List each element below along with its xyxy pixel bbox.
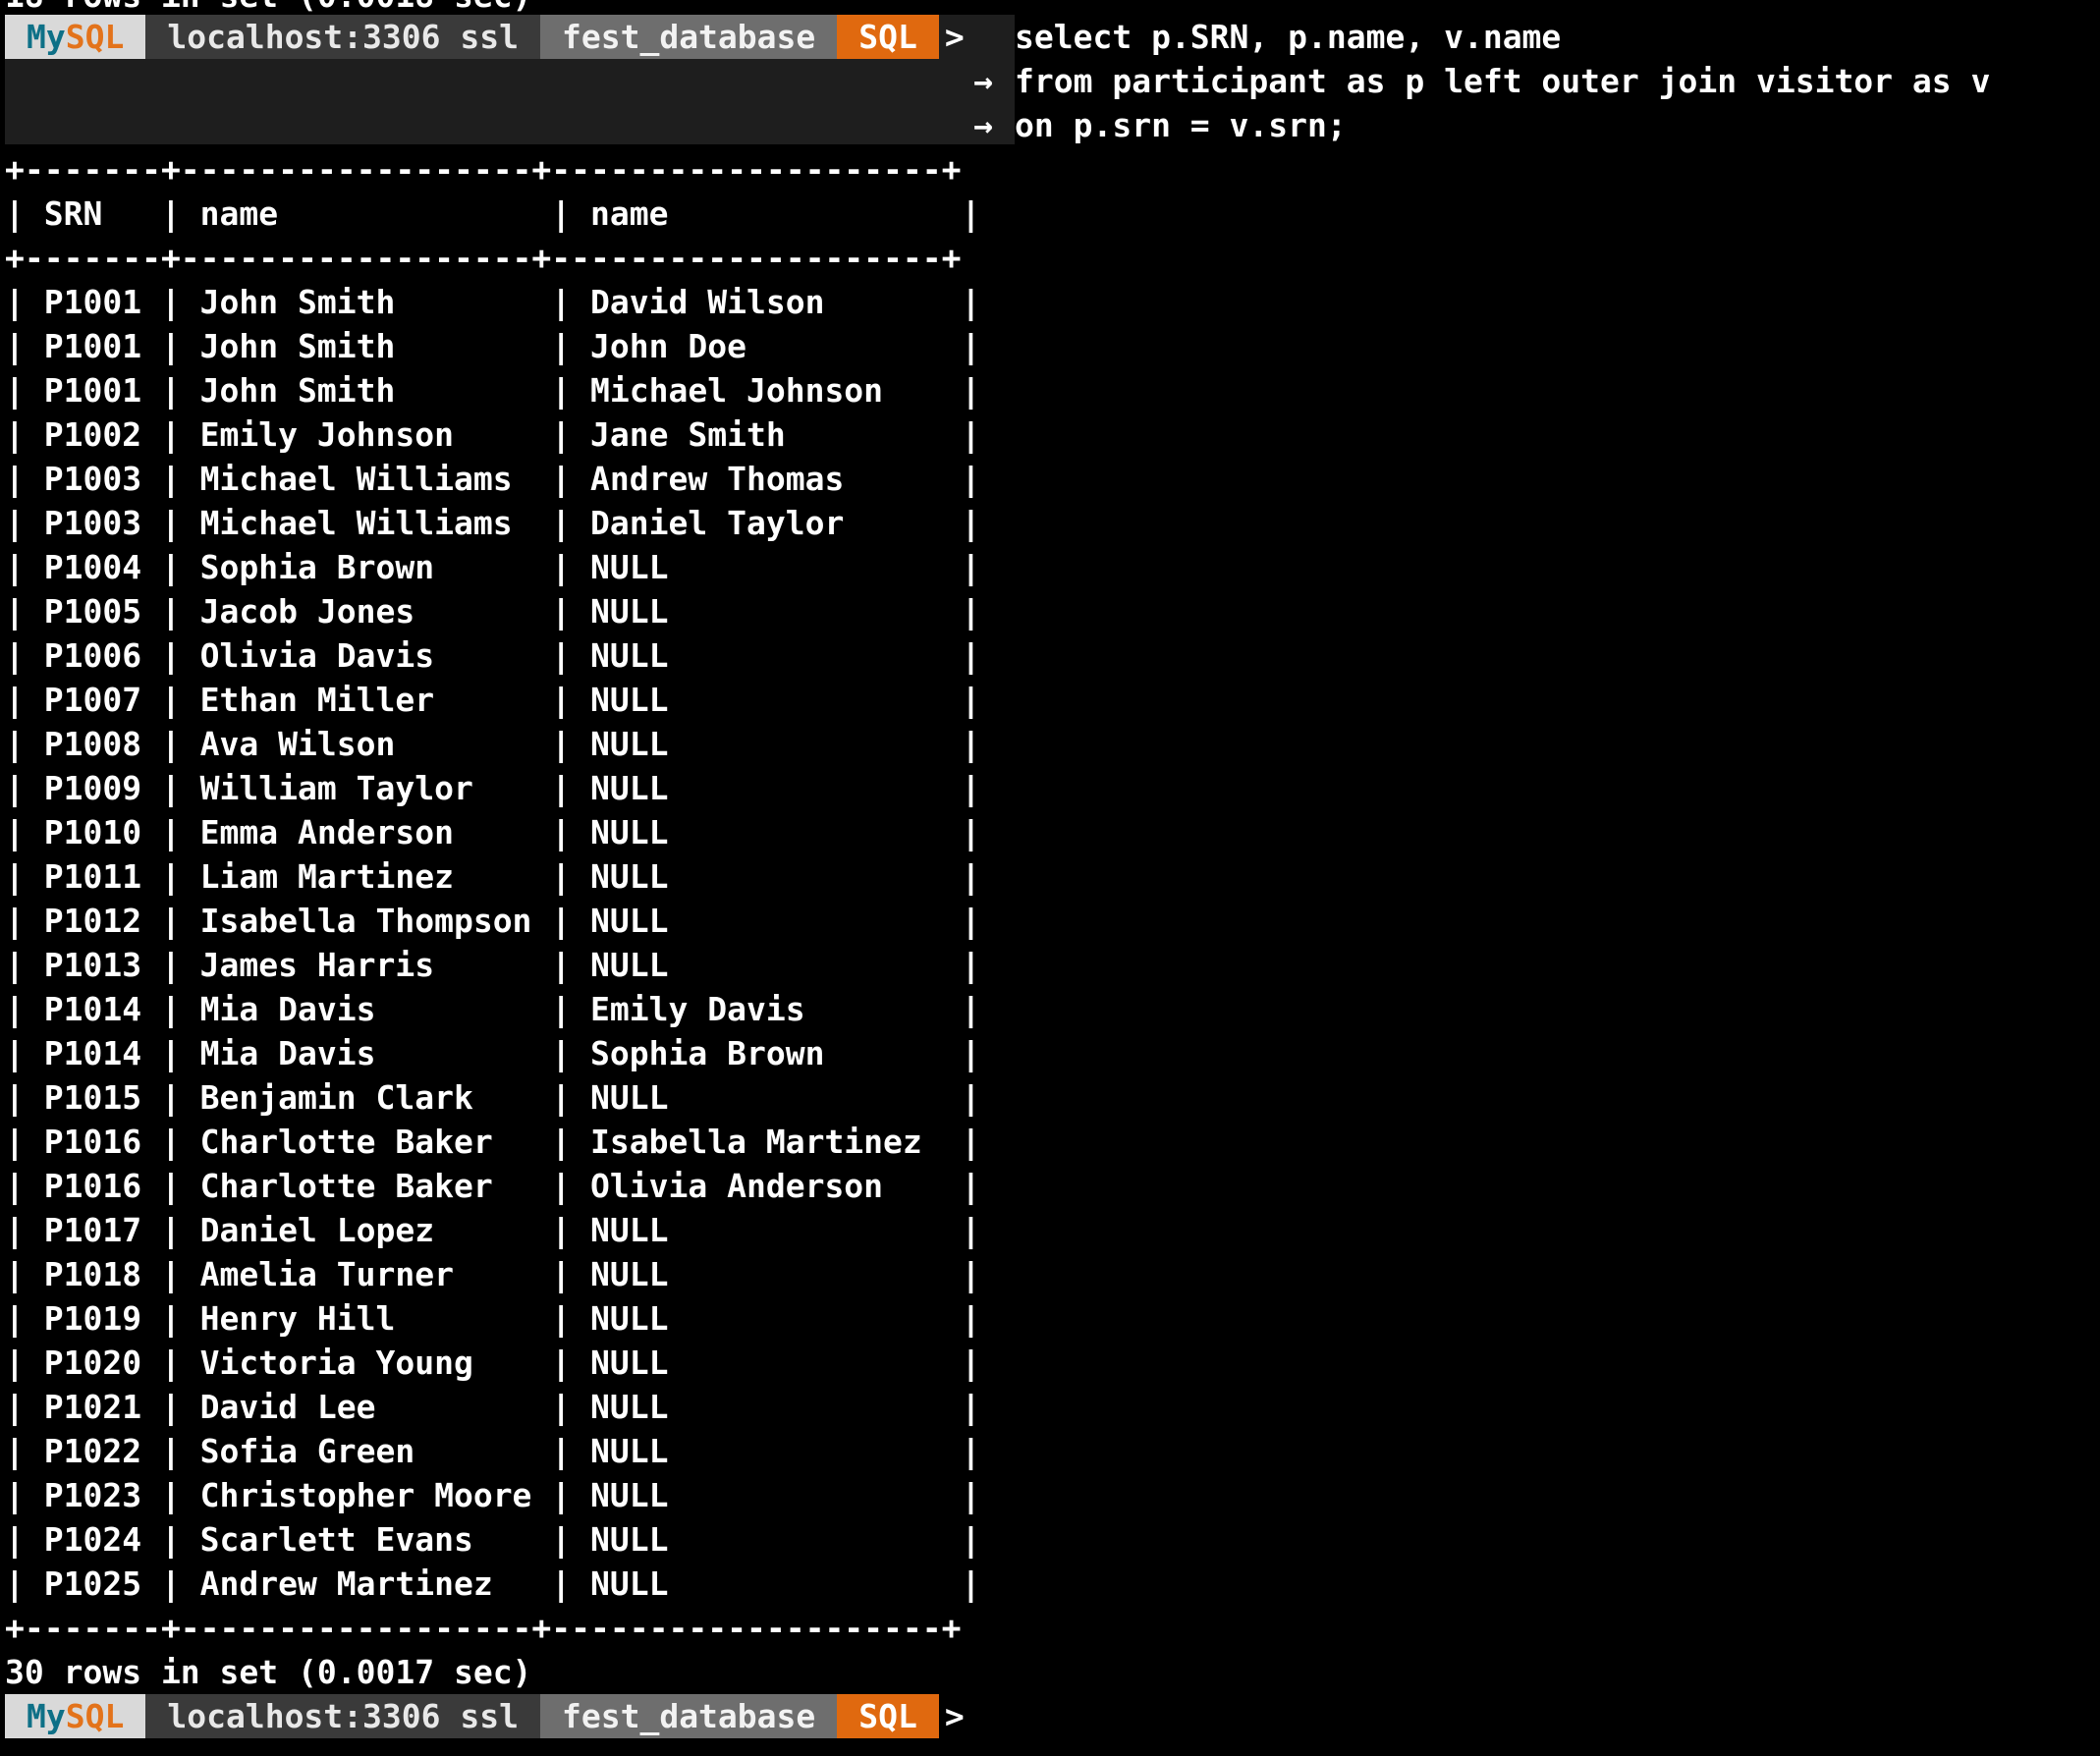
result-status-line: 30 rows in set (0.0017 sec)	[5, 1653, 532, 1691]
table-row: | P1021 | David Lee | NULL |	[5, 1388, 981, 1426]
table-row: | P1016 | Charlotte Baker | Olivia Ander…	[5, 1167, 981, 1205]
table-row: | P1007 | Ethan Miller | NULL |	[5, 681, 981, 719]
table-border: +-------+------------------+------------…	[5, 1609, 962, 1647]
prompt-host: localhost:3306 ssl	[145, 1694, 540, 1738]
table-row: | P1023 | Christopher Moore | NULL |	[5, 1476, 981, 1514]
table-row: | P1003 | Michael Williams | Andrew Thom…	[5, 460, 981, 498]
table-row: | P1013 | James Harris | NULL |	[5, 946, 981, 984]
table-row: | P1010 | Emma Anderson | NULL |	[5, 813, 981, 851]
prompt-mysql-sql: SQL	[65, 18, 125, 56]
table-row: | P1014 | Mia Davis | Sophia Brown |	[5, 1034, 981, 1072]
table-row: | P1019 | Henry Hill | NULL |	[5, 1299, 981, 1338]
table-border: +-------+------------------+------------…	[5, 239, 962, 277]
table-row: | P1003 | Michael Williams | Daniel Tayl…	[5, 504, 981, 542]
table-border: +-------+------------------+------------…	[5, 150, 962, 189]
table-row: | P1011 | Liam Martinez | NULL |	[5, 857, 981, 896]
table-row: | P1017 | Daniel Lopez | NULL |	[5, 1211, 981, 1249]
prompt-mode: SQL	[837, 15, 939, 59]
prompt-mysql-my: My	[27, 18, 66, 56]
prompt-mysql-my: My	[27, 1697, 66, 1735]
table-row: | P1014 | Mia Davis | Emily Davis |	[5, 990, 981, 1028]
prompt-database: fest_database	[539, 15, 838, 59]
table-row: | P1012 | Isabella Thompson | NULL |	[5, 902, 981, 940]
table-row: | P1008 | Ava Wilson | NULL |	[5, 725, 981, 763]
table-row: | P1018 | Amelia Turner | NULL |	[5, 1255, 981, 1293]
table-row: | P1009 | William Taylor | NULL |	[5, 769, 981, 807]
table-row: | P1006 | Olivia Davis | NULL |	[5, 636, 981, 675]
table-row: | P1025 | Andrew Martinez | NULL |	[5, 1564, 981, 1603]
continuation-arrow-icon: →	[973, 62, 993, 100]
mysql-prompt: My SQL localhost:3306 ssl fest_database S…	[5, 15, 974, 59]
mysql-prompt-current[interactable]: My SQL localhost:3306 ssl fest_database S…	[5, 1694, 974, 1738]
table-row: | P1022 | Sofia Green | NULL |	[5, 1432, 981, 1470]
table-row: | P1015 | Benjamin Clark | NULL |	[5, 1078, 981, 1117]
prompt-mysql-sql: SQL	[65, 1697, 125, 1735]
prompt-arrow: >	[944, 1697, 965, 1735]
table-row: | P1001 | John Smith | Michael Johnson |	[5, 371, 981, 410]
command-line-2[interactable]: from participant as p left outer join vi…	[1015, 59, 1990, 103]
command-line-1[interactable]: select p.SRN, p.name, v.name	[1015, 15, 1561, 59]
prompt-host: localhost:3306 ssl	[145, 15, 540, 59]
table-row: | P1024 | Scarlett Evans | NULL |	[5, 1520, 981, 1559]
prompt-mysql-badge: My SQL	[5, 15, 146, 59]
table-row: | P1005 | Jacob Jones | NULL |	[5, 592, 981, 631]
continuation-arrow-icon: →	[973, 106, 993, 144]
prompt-arrow: >	[944, 18, 965, 56]
table-row: | P1020 | Victoria Young | NULL |	[5, 1344, 981, 1382]
prompt-database: fest_database	[539, 1694, 838, 1738]
prompt-mode: SQL	[837, 1694, 939, 1738]
table-row: | P1004 | Sophia Brown | NULL |	[5, 548, 981, 586]
prompt-mysql-badge: My SQL	[5, 1694, 146, 1738]
table-row: | P1016 | Charlotte Baker | Isabella Mar…	[5, 1123, 981, 1161]
table-header: | SRN | name | name |	[5, 194, 981, 233]
table-row: | P1001 | John Smith | David Wilson |	[5, 283, 981, 321]
command-line-3[interactable]: on p.srn = v.srn;	[1015, 103, 1347, 147]
table-row: | P1002 | Emily Johnson | Jane Smith |	[5, 415, 981, 454]
table-row: | P1001 | John Smith | John Doe |	[5, 327, 981, 365]
